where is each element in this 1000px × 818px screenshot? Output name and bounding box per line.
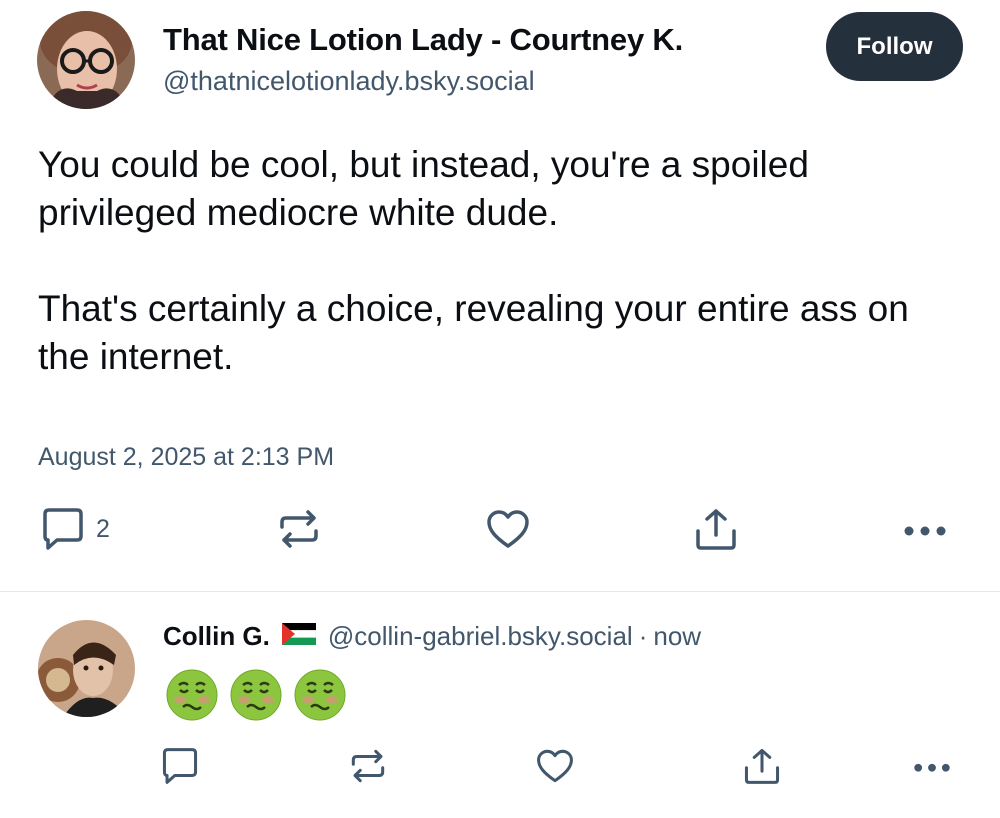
- reply-more-button[interactable]: [910, 747, 954, 785]
- author-display-name[interactable]: That Nice Lotion Lady - Courtney K.: [163, 22, 683, 58]
- reply-author-handle[interactable]: @collin-gabriel.bsky.social: [328, 621, 633, 652]
- reply-timestamp[interactable]: now: [653, 621, 701, 652]
- palestine-flag-icon: [281, 621, 317, 652]
- repost-button[interactable]: [276, 507, 322, 551]
- nauseated-face-icon: [294, 669, 346, 721]
- like-button[interactable]: [485, 507, 531, 551]
- more-icon: [910, 747, 954, 785]
- heart-icon: [535, 747, 575, 785]
- follow-button[interactable]: Follow: [826, 12, 963, 81]
- reply-author-avatar[interactable]: [38, 620, 135, 717]
- comment-icon: [40, 507, 86, 551]
- reply-reply-button[interactable]: [160, 747, 200, 785]
- comment-icon: [160, 747, 200, 785]
- author-handle[interactable]: @thatnicelotionlady.bsky.social: [163, 66, 535, 97]
- share-button[interactable]: [693, 507, 739, 551]
- reply-count: 2: [96, 514, 110, 543]
- reply-share-button[interactable]: [742, 747, 782, 785]
- reply-body: [166, 669, 346, 721]
- reply-separator: ·: [638, 621, 648, 651]
- post-paragraph: That's certainly a choice, revealing you…: [38, 288, 909, 377]
- repost-icon: [348, 747, 388, 785]
- post-paragraph: You could be cool, but instead, you're a…: [38, 144, 809, 233]
- nauseated-face-icon: [230, 669, 282, 721]
- nauseated-face-icon: [166, 669, 218, 721]
- author-avatar[interactable]: [37, 11, 135, 109]
- post-body: You could be cool, but instead, you're a…: [38, 141, 968, 381]
- reply-button[interactable]: 2: [40, 507, 110, 551]
- post: That Nice Lotion Lady - Courtney K. @tha…: [0, 0, 1000, 592]
- more-button[interactable]: [900, 507, 950, 551]
- more-icon: [900, 507, 950, 551]
- post-timestamp[interactable]: August 2, 2025 at 2:13 PM: [38, 443, 334, 472]
- repost-icon: [276, 507, 322, 551]
- reply-header: Collin G. @collin-gabriel.bsky.social · …: [163, 621, 701, 652]
- reply-post[interactable]: Collin G. @collin-gabriel.bsky.social · …: [0, 592, 1000, 818]
- reply-like-button[interactable]: [535, 747, 575, 785]
- reply-repost-button[interactable]: [348, 747, 388, 785]
- share-icon: [693, 507, 739, 551]
- share-icon: [742, 747, 782, 785]
- reply-author-name[interactable]: Collin G.: [163, 621, 270, 652]
- heart-icon: [485, 507, 531, 551]
